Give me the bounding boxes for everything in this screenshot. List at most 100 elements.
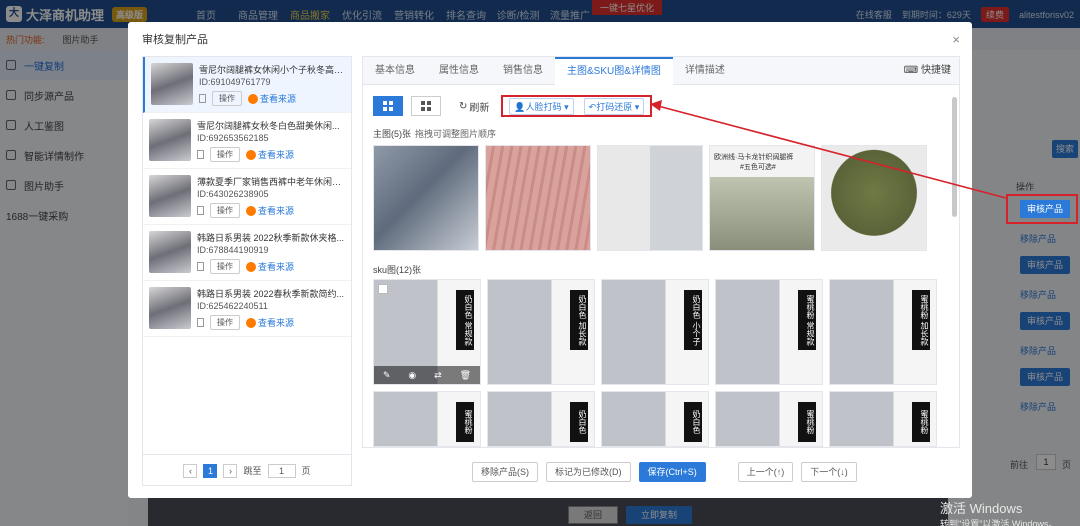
magic-icon[interactable]: ✎ [383, 370, 391, 381]
tab-sales[interactable]: 销售信息 [491, 57, 555, 85]
eye-icon[interactable]: ◉ [408, 370, 416, 381]
main-image[interactable] [485, 145, 591, 251]
shortcut-link[interactable]: ⌨ 快捷键 [904, 57, 959, 84]
view-source-link[interactable]: 查看来源 [246, 260, 294, 273]
sku-image-row: 奶白色 常规款 ✎ ◉ ⇄ 🗑 奶白色 加长款 奶白色 小个子 蜜桃粉 常规款 蜜桃粉… [373, 279, 937, 385]
main-image[interactable]: 欧洲线·马卡龙针织阔腿裤 #五色可选# [709, 145, 815, 251]
refresh-button[interactable]: ↻ 刷新 [459, 99, 489, 114]
product-list: 雪尼尔阔腿裤女休闲小个子秋冬高腰... ID:691049761779 操作 查看… [142, 56, 352, 486]
product-thumbnail [151, 63, 193, 105]
product-thumbnail [149, 231, 191, 273]
product-id: ID:691049761779 [199, 77, 271, 87]
jump-input[interactable]: 1 [267, 463, 296, 478]
image-tools: ✎ ◉ ⇄ 🗑 [374, 366, 480, 384]
sku-tag: 奶白色 小个子 [684, 290, 702, 350]
source-icon [246, 317, 256, 328]
sku-image-label: sku图(12)张 [373, 265, 422, 275]
swap-icon[interactable]: ⇄ [434, 370, 442, 381]
product-id: ID:643026238905 [197, 189, 269, 199]
tab-attributes[interactable]: 属性信息 [427, 57, 491, 85]
source-icon [248, 93, 258, 104]
product-id: ID:692653562185 [197, 133, 269, 143]
sku-image[interactable]: 蜜桃粉 加长款 [829, 279, 937, 385]
sku-image[interactable]: 奶白色 小个子 [601, 279, 709, 385]
list-item[interactable]: 雪尼尔阔腿裤女秋冬白色甜美休闲... ID:692653562185 操作 查看来… [143, 113, 351, 169]
list-item[interactable]: 雪尼尔阔腿裤女休闲小个子秋冬高腰... ID:691049761779 操作 查看… [143, 57, 351, 113]
sku-tag: 奶白色 常规款 [456, 290, 474, 350]
page-current[interactable]: 1 [203, 463, 218, 478]
refresh-icon: ↻ [459, 100, 468, 112]
sku-image[interactable]: 蜜桃粉 [829, 391, 937, 447]
main-image[interactable] [821, 145, 927, 251]
sku-image[interactable]: 奶白色 [487, 391, 595, 447]
sku-tag: 蜜桃粉 [798, 402, 816, 442]
grid-view-icon [421, 101, 431, 111]
annotation-target-box [1006, 194, 1078, 224]
product-thumbnail [149, 175, 191, 217]
sku-image[interactable]: 蜜桃粉 常规款 [715, 279, 823, 385]
sku-image[interactable]: 奶白色 常规款 ✎ ◉ ⇄ 🗑 [373, 279, 481, 385]
product-thumbnail [149, 287, 191, 329]
list-item[interactable]: 韩路日系男装 2022秋季新款休夹格... ID:678844190919 操作… [143, 225, 351, 281]
view-source-label: 查看来源 [258, 150, 295, 160]
view-source-link[interactable]: 查看来源 [248, 92, 296, 105]
tab-images[interactable]: 主图&SKU图&详情图 [555, 57, 673, 85]
mosaic-undo-label: 打码还原 [596, 101, 633, 112]
mark-modified-button[interactable]: 标记为已修改(D) [546, 462, 631, 482]
operation-dropdown[interactable]: 操作 [212, 91, 242, 106]
product-title: 韩路日系男装 2022秋季新款休夹格... [197, 233, 345, 243]
list-view-button[interactable] [373, 96, 403, 116]
save-button[interactable]: 保存(Ctrl+S) [638, 462, 706, 482]
view-source-link[interactable]: 查看来源 [246, 204, 294, 217]
sku-image[interactable]: 奶白色 [601, 391, 709, 447]
trash-icon[interactable]: 🗑 [460, 370, 471, 381]
operation-dropdown[interactable]: 操作 [210, 147, 240, 162]
mosaic-undo-button[interactable]: ↶打码还原 ▾ [583, 97, 645, 115]
operation-dropdown[interactable]: 操作 [210, 259, 240, 274]
product-id: ID:625462240511 [197, 301, 268, 311]
doc-icon [197, 318, 204, 327]
operation-dropdown[interactable]: 操作 [210, 203, 240, 218]
close-icon[interactable]: × [952, 32, 960, 47]
remove-product-button[interactable]: 移除产品(S) [472, 462, 538, 482]
main-image[interactable] [373, 145, 479, 251]
main-image[interactable] [597, 145, 703, 251]
view-source-link[interactable]: 查看来源 [246, 148, 294, 161]
prev-product-button[interactable]: 上一个(↑) [737, 462, 794, 482]
view-source-link[interactable]: 查看来源 [246, 316, 294, 329]
sku-image-row-2: 蜜桃粉 奶白色 奶白色 蜜桃粉 蜜桃粉 [373, 391, 937, 447]
product-title: 薄款夏季厂家销售西裤中老年休闲裤... [197, 177, 345, 187]
list-item[interactable]: 薄款夏季厂家销售西裤中老年休闲裤... ID:643026238905 操作 查看… [143, 169, 351, 225]
list-item[interactable]: 韩路日系男装 2022春秋季新款简约... ID:625462240511 操作… [143, 281, 351, 337]
drag-hint: 拖拽可调整图片顺序 [415, 129, 497, 139]
tab-basic-info[interactable]: 基本信息 [363, 57, 427, 85]
operation-dropdown[interactable]: 操作 [210, 315, 240, 330]
sku-tag: 蜜桃粉 常规款 [798, 290, 816, 350]
sku-image[interactable]: 蜜桃粉 [715, 391, 823, 447]
watermark-line1: 激活 Windows [940, 501, 1023, 516]
pagination: ‹ 1 › 跳至 1 页 [142, 454, 352, 486]
list-view-icon [383, 101, 393, 111]
doc-icon [197, 150, 204, 159]
image-caption: 欧洲线·马卡龙针织阔腿裤 [714, 154, 794, 161]
next-product-button[interactable]: 下一个(↓) [801, 462, 857, 482]
select-checkbox[interactable] [378, 284, 388, 294]
view-source-label: 查看来源 [260, 94, 297, 104]
prev-page-button[interactable]: ‹ [183, 463, 198, 478]
product-title: 雪尼尔阔腿裤女秋冬白色甜美休闲... [197, 121, 340, 131]
grid-view-button[interactable] [411, 96, 441, 116]
tab-description[interactable]: 详情描述 [673, 57, 737, 85]
watermark-line2: 转到"设置"以激活 Windows。 [940, 519, 1058, 526]
source-icon [246, 261, 256, 272]
sku-image[interactable]: 蜜桃粉 [373, 391, 481, 447]
tab-bar: 基本信息 属性信息 销售信息 主图&SKU图&详情图 详情描述 ⌨ 快捷键 [363, 57, 959, 85]
source-icon [246, 149, 256, 160]
panel-scrollbar[interactable] [952, 97, 957, 217]
face-mosaic-button[interactable]: 👤人脸打码 ▾ [509, 97, 574, 115]
doc-icon [199, 94, 206, 103]
next-page-button[interactable]: › [223, 463, 238, 478]
sku-tag: 蜜桃粉 [456, 402, 474, 442]
sku-image[interactable]: 奶白色 加长款 [487, 279, 595, 385]
image-toolbar: ↻ 刷新 👤人脸打码 ▾ ↶打码还原 ▾ [373, 95, 653, 117]
modal-title: 审核复制产品 [142, 34, 208, 46]
